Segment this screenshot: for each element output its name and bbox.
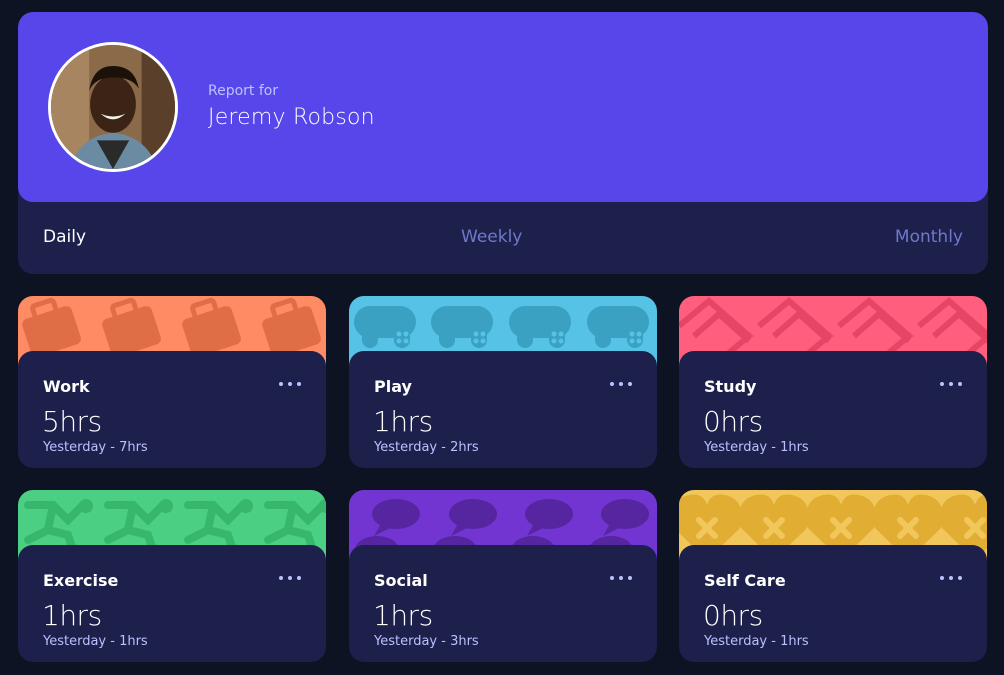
current-hours: 1hrs [42,599,102,632]
card-title: Study [704,377,757,396]
ellipsis-icon[interactable] [610,377,632,391]
tab-weekly[interactable]: Weekly [461,227,522,247]
activity-card-play[interactable]: Play 1hrs Yesterday - 2hrs [349,296,657,468]
report-for-label: Report for [208,83,279,99]
current-hours: 5hrs [42,405,102,438]
card-title: Self Care [704,571,786,590]
previous-hours: Yesterday - 1hrs [43,634,148,649]
card-body: Exercise 1hrs Yesterday - 1hrs [18,545,326,662]
card-body: Self Care 0hrs Yesterday - 1hrs [679,545,987,662]
card-title: Social [374,571,428,590]
current-hours: 0hrs [703,599,763,632]
current-hours: 1hrs [373,599,433,632]
user-name: Jeremy Robson [208,105,375,130]
profile-card: Report for Jeremy Robson Daily Weekly Mo… [18,12,988,274]
card-title: Play [374,377,412,396]
ellipsis-icon[interactable] [279,571,301,585]
activity-card-exercise[interactable]: Exercise 1hrs Yesterday - 1hrs [18,490,326,662]
previous-hours: Yesterday - 2hrs [374,440,479,455]
card-title: Exercise [43,571,119,590]
previous-hours: Yesterday - 7hrs [43,440,148,455]
card-body: Play 1hrs Yesterday - 2hrs [349,351,657,468]
tab-monthly[interactable]: Monthly [895,227,963,247]
card-body: Social 1hrs Yesterday - 3hrs [349,545,657,662]
activity-card-study[interactable]: Study 0hrs Yesterday - 1hrs [679,296,987,468]
activity-card-social[interactable]: Social 1hrs Yesterday - 3hrs [349,490,657,662]
previous-hours: Yesterday - 1hrs [704,634,809,649]
tab-daily[interactable]: Daily [43,227,86,247]
timeframe-tabs: Daily Weekly Monthly [18,202,988,274]
previous-hours: Yesterday - 3hrs [374,634,479,649]
profile-header: Report for Jeremy Robson [18,12,988,202]
ellipsis-icon[interactable] [940,377,962,391]
ellipsis-icon[interactable] [610,571,632,585]
ellipsis-icon[interactable] [279,377,301,391]
card-body: Work 5hrs Yesterday - 7hrs [18,351,326,468]
previous-hours: Yesterday - 1hrs [704,440,809,455]
activity-card-work[interactable]: Work 5hrs Yesterday - 7hrs [18,296,326,468]
ellipsis-icon[interactable] [940,571,962,585]
card-title: Work [43,377,90,396]
current-hours: 0hrs [703,405,763,438]
user-photo-icon [51,45,175,169]
activity-card-self-care[interactable]: Self Care 0hrs Yesterday - 1hrs [679,490,987,662]
card-body: Study 0hrs Yesterday - 1hrs [679,351,987,468]
avatar [48,42,178,172]
current-hours: 1hrs [373,405,433,438]
